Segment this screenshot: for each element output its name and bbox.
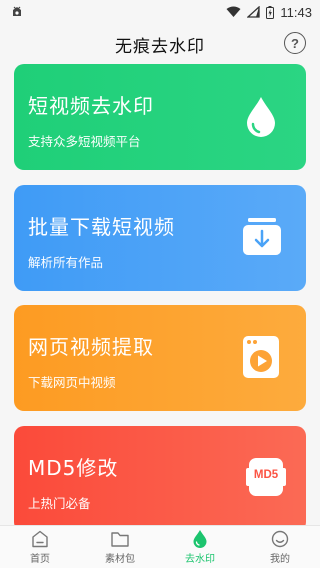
nav-item-materials[interactable]: 素材包: [80, 526, 160, 568]
nav-item-home[interactable]: 首页: [0, 526, 80, 568]
wifi-icon: [226, 6, 241, 17]
card-subtitle: 解析所有作品: [28, 255, 104, 270]
card-title: 网页视频提取: [28, 335, 154, 359]
app-notification-icon: [10, 5, 24, 19]
bottom-nav: 首页 素材包 去水印 我的: [0, 525, 320, 568]
card-title: 批量下载短视频: [28, 215, 175, 239]
card-title: MD5修改: [28, 456, 119, 480]
nav-label: 我的: [270, 553, 290, 565]
nav-label: 素材包: [105, 553, 135, 565]
download-box-icon: [243, 218, 281, 255]
card-batch-download[interactable]: 批量下载短视频 解析所有作品: [14, 185, 306, 291]
help-icon: ?: [291, 35, 299, 51]
nav-label: 首页: [30, 553, 50, 565]
page-title: 无痕去水印: [115, 36, 205, 57]
card-subtitle: 下载网页中视频: [28, 375, 116, 390]
signal-icon: [247, 6, 261, 18]
drop-icon: [193, 530, 207, 548]
folder-icon: [111, 531, 129, 547]
card-subtitle: 支持众多短视频平台: [28, 134, 141, 149]
card-web-video[interactable]: 网页视频提取 下载网页中视频: [14, 305, 306, 411]
nav-item-remove-watermark[interactable]: 去水印: [160, 526, 240, 568]
title-bar: 无痕去水印 ?: [0, 24, 320, 64]
video-page-icon: [243, 336, 279, 378]
card-title: 短视频去水印: [28, 94, 154, 118]
help-button[interactable]: ?: [284, 32, 306, 54]
card-remove-watermark[interactable]: 短视频去水印 支持众多短视频平台: [14, 64, 306, 170]
water-drop-icon: [247, 97, 275, 137]
card-md5-modify[interactable]: MD5修改 上热门必备 MD5: [14, 426, 306, 532]
md5-badge-label: MD5: [253, 469, 279, 481]
battery-icon: [266, 5, 275, 19]
md5-icon: MD5: [246, 456, 286, 498]
nav-item-profile[interactable]: 我的: [240, 526, 320, 568]
profile-icon: [271, 530, 289, 547]
status-bar: 11:43: [0, 0, 320, 24]
status-time: 11:43: [280, 4, 312, 20]
home-icon: [32, 530, 48, 547]
nav-label: 去水印: [185, 554, 215, 565]
card-subtitle: 上热门必备: [28, 496, 91, 511]
